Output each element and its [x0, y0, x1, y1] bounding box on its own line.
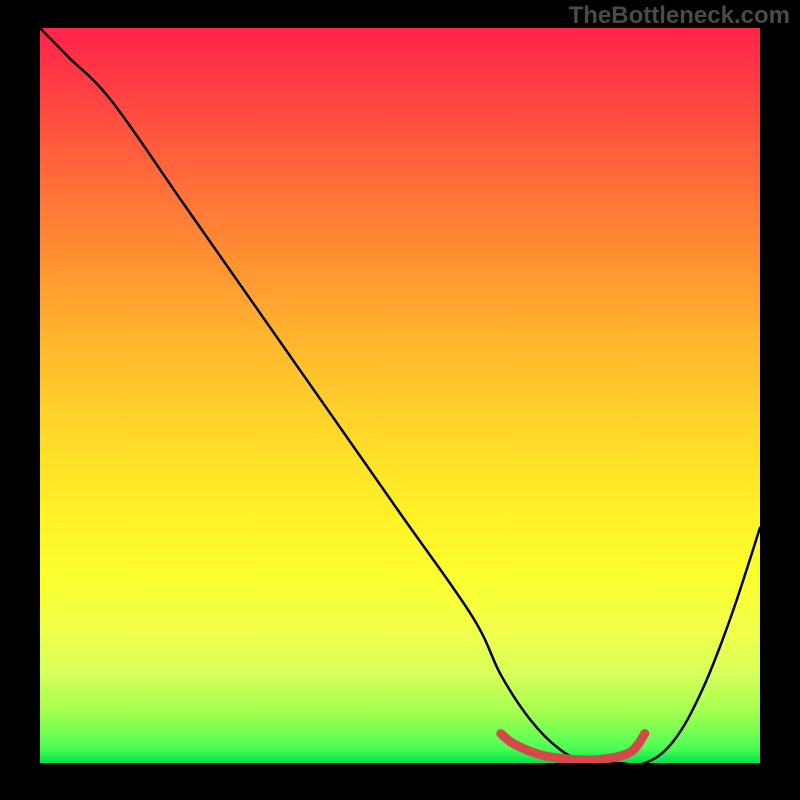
watermark-text: TheBottleneck.com [569, 2, 790, 30]
bottleneck-curve [40, 28, 760, 763]
plot-area [40, 28, 760, 763]
chart-frame: TheBottleneck.com [0, 0, 800, 800]
chart-svg [40, 28, 760, 763]
optimal-range-marker [501, 734, 645, 760]
